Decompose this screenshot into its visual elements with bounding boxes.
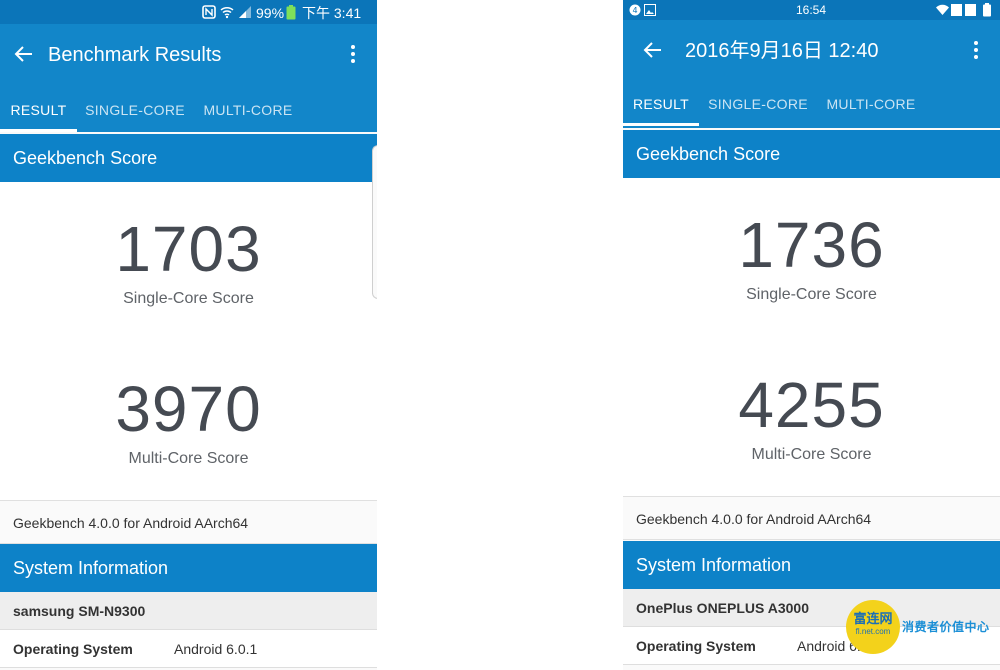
multi-core-label: Multi-Core Score — [751, 446, 872, 463]
score-card: 1703 Single-Core Score 3970 Multi-Core S… — [0, 182, 377, 500]
system-information-header: System Information — [623, 541, 1000, 589]
single-core-label: Single-Core Score — [123, 290, 254, 307]
status-bar: 4 16:54 — [623, 0, 1000, 20]
os-key: Operating System — [636, 638, 756, 654]
system-information-header: System Information — [0, 544, 377, 592]
active-tab-indicator — [0, 129, 77, 132]
os-row: Operating System Android 6.0.1 — [0, 630, 377, 668]
os-key: Operating System — [13, 641, 133, 657]
right-phone-screen: 4 16:54 2016年9月16日 12:40 RESULT SINGLE-C… — [623, 0, 1000, 670]
multi-core-label: Multi-Core Score — [128, 450, 249, 467]
nfc-icon — [202, 5, 216, 22]
multi-core-score: 3970 — [115, 373, 262, 445]
watermark-logo-subtext: fl.net.com — [855, 627, 891, 636]
status-bar: 99% 下午 3:41 — [0, 0, 377, 24]
more-options-icon[interactable] — [341, 42, 365, 66]
battery-percent: 99% — [256, 5, 285, 21]
tab-bar: RESULT SINGLE-CORE MULTI-CORE — [0, 92, 377, 132]
back-arrow-icon[interactable] — [641, 38, 665, 62]
battery-icon — [983, 3, 991, 20]
watermark-slogan: 消费者价值中心 — [902, 620, 990, 634]
single-core-label: Single-Core Score — [746, 286, 877, 303]
tab-multi-core[interactable]: MULTI-CORE — [196, 92, 300, 132]
version-info: Geekbench 4.0.0 for Android AArch64 — [623, 496, 1000, 540]
tab-single-core[interactable]: SINGLE-CORE — [80, 92, 190, 132]
wifi-icon — [220, 5, 234, 22]
battery-icon — [286, 5, 296, 23]
image-notification-icon — [644, 4, 656, 19]
watermark-logo: 富连网 fl.net.com 消费者价值中心 — [846, 600, 998, 660]
score-card: 1736 Single-Core Score 4255 Multi-Core S… — [623, 178, 1000, 496]
left-phone-screen: 99% 下午 3:41 Benchmark Results RESULT SIN… — [0, 0, 377, 670]
single-core-score: 1736 — [738, 209, 885, 281]
tab-multi-core[interactable]: MULTI-CORE — [819, 86, 923, 126]
tab-result[interactable]: RESULT — [0, 92, 77, 132]
watermark-logo-text: 富连网 — [853, 611, 893, 626]
page-title: 2016年9月16日 12:40 — [685, 40, 879, 62]
geekbench-score-header: Geekbench Score — [623, 130, 1000, 178]
geekbench-score-header: Geekbench Score — [0, 134, 377, 182]
os-value: Android 6.0.1 — [174, 641, 258, 657]
device-name: samsung SM-N9300 — [0, 592, 377, 630]
wifi-icon — [936, 4, 949, 19]
edge-panel-handle[interactable] — [372, 145, 377, 299]
back-arrow-icon[interactable] — [12, 42, 36, 66]
version-info: Geekbench 4.0.0 for Android AArch64 — [0, 500, 377, 544]
multi-core-score: 4255 — [738, 369, 885, 441]
status-time: 16:54 — [796, 3, 827, 17]
signal-icon — [951, 4, 977, 19]
status-time: 下午 3:41 — [302, 5, 362, 21]
tab-result[interactable]: RESULT — [623, 86, 699, 126]
single-core-score: 1703 — [115, 213, 262, 285]
watermark-badge: 富连网 fl.net.com — [846, 600, 900, 654]
page-title: Benchmark Results — [48, 44, 222, 66]
active-tab-indicator — [623, 123, 699, 126]
more-options-icon[interactable] — [964, 38, 988, 62]
notification-badge-icon: 4 — [629, 4, 641, 19]
app-bar: Benchmark Results RESULT SINGLE-CORE MUL… — [0, 24, 377, 132]
tab-bar: RESULT SINGLE-CORE MULTI-CORE — [623, 86, 1000, 126]
app-bar: 2016年9月16日 12:40 RESULT SINGLE-CORE MULT… — [623, 20, 1000, 128]
svg-text:4: 4 — [632, 6, 637, 15]
signal-icon — [238, 5, 252, 22]
tab-single-core[interactable]: SINGLE-CORE — [703, 86, 813, 126]
